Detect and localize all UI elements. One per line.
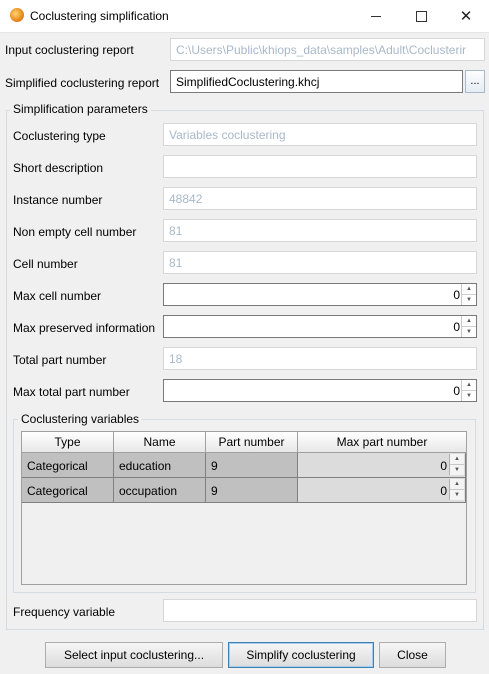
column-header-max-part-number[interactable]: Max part number (298, 432, 466, 453)
table-cell-type[interactable]: Categorical (22, 478, 114, 503)
short-description-field[interactable] (163, 155, 477, 178)
instance-number-field: 48842 (163, 187, 477, 210)
spin-down-icon[interactable]: ▼ (462, 295, 476, 305)
frequency-variable-field[interactable] (163, 599, 477, 622)
short-description-label: Short description (13, 161, 104, 175)
browse-button[interactable]: ... (465, 70, 485, 93)
instance-number-label: Instance number (13, 193, 103, 207)
max-cell-number-spinner[interactable]: 0 ▲ ▼ (163, 283, 477, 306)
cell-number-label: Cell number (13, 257, 78, 271)
simplify-coclustering-button[interactable]: Simplify coclustering (228, 642, 374, 668)
table-cell-part-number[interactable]: 9 (206, 478, 298, 503)
table-cell-part-number[interactable]: 9 (206, 453, 298, 478)
max-total-part-number-spinner[interactable]: 0 ▲ ▼ (163, 379, 477, 402)
max-preserved-information-value: 0 (453, 320, 460, 334)
max-preserved-information-label: Max preserved information (13, 321, 156, 335)
maximize-icon (415, 10, 427, 22)
table-cell-max-part-number[interactable]: 0 ▲ ▼ (298, 453, 466, 478)
maximize-button[interactable] (398, 0, 444, 32)
total-part-number-field: 18 (163, 347, 477, 370)
total-part-number-label: Total part number (13, 353, 107, 367)
max-part-number-value: 0 (440, 459, 447, 473)
table-cell-name[interactable]: occupation (114, 478, 206, 503)
max-cell-number-value: 0 (453, 288, 460, 302)
coclustering-variables-title: Coclustering variables (18, 412, 143, 426)
app-icon (10, 8, 24, 22)
max-total-part-number-value: 0 (453, 384, 460, 398)
input-report-field: C:\Users\Public\khiops_data\samples\Adul… (170, 38, 485, 61)
frequency-variable-label: Frequency variable (13, 605, 116, 619)
cell-number-field: 81 (163, 251, 477, 274)
simplification-parameters-title: Simplification parameters (10, 102, 151, 116)
simplified-report-label: Simplified coclustering report (5, 76, 160, 90)
minimize-icon (371, 15, 381, 17)
close-window-button[interactable]: ✕ (443, 0, 489, 32)
spin-up-icon[interactable]: ▲ (450, 479, 464, 490)
spin-up-icon[interactable]: ▲ (450, 454, 464, 465)
spin-down-icon[interactable]: ▼ (462, 327, 476, 337)
select-input-coclustering-button[interactable]: Select input coclustering... (45, 642, 223, 668)
max-cell-number-label: Max cell number (13, 289, 102, 303)
spin-up-icon[interactable]: ▲ (462, 284, 476, 295)
non-empty-cell-number-field: 81 (163, 219, 477, 242)
window-title: Coclustering simplification (30, 9, 169, 23)
title-bar: Coclustering simplification ✕ (0, 0, 489, 33)
table-cell-name[interactable]: education (114, 453, 206, 478)
spin-down-icon[interactable]: ▼ (450, 490, 464, 500)
column-header-type[interactable]: Type (22, 432, 114, 453)
spin-up-icon[interactable]: ▲ (462, 316, 476, 327)
table-cell-max-part-number[interactable]: 0 ▲ ▼ (298, 478, 466, 503)
variables-table: Type Name Part number Max part number Ca… (21, 431, 467, 585)
table-cell-type[interactable]: Categorical (22, 453, 114, 478)
coclustering-type-field: Variables coclustering (163, 123, 477, 146)
coclustering-type-label: Coclustering type (13, 129, 106, 143)
spin-up-icon[interactable]: ▲ (462, 380, 476, 391)
max-total-part-number-label: Max total part number (13, 385, 130, 399)
close-button[interactable]: Close (379, 642, 446, 668)
spin-down-icon[interactable]: ▼ (462, 391, 476, 401)
column-header-name[interactable]: Name (114, 432, 206, 453)
close-icon: ✕ (459, 7, 473, 25)
minimize-button[interactable] (353, 0, 399, 32)
column-header-part-number[interactable]: Part number (206, 432, 298, 453)
max-preserved-information-spinner[interactable]: 0 ▲ ▼ (163, 315, 477, 338)
spin-down-icon[interactable]: ▼ (450, 465, 464, 475)
input-report-label: Input coclustering report (5, 43, 134, 57)
non-empty-cell-number-label: Non empty cell number (13, 225, 137, 239)
simplified-report-field[interactable]: SimplifiedCoclustering.khcj (170, 70, 463, 93)
max-part-number-value: 0 (440, 484, 447, 498)
